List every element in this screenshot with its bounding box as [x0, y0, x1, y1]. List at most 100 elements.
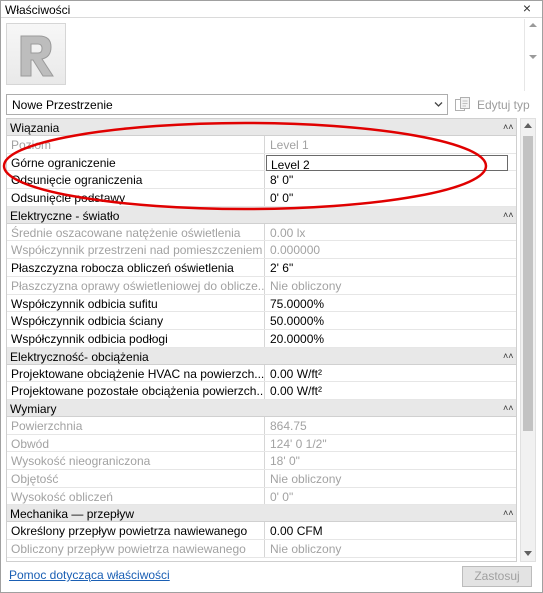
property-name: Określony przepływ powietrza nawiewanego	[7, 522, 265, 540]
property-value-field[interactable]: 20.0000%	[266, 330, 516, 347]
property-value-field[interactable]: 2' 6"	[266, 259, 516, 276]
scrollbar-thumb[interactable]	[523, 136, 533, 431]
group-label: Wiązania	[10, 121, 60, 135]
collapse-icon[interactable]: ˄˄	[503, 507, 514, 519]
property-value: 864.75	[270, 418, 307, 433]
property-name: Współczynnik odbicia sufitu	[7, 294, 265, 312]
property-value: 18' 0"	[270, 454, 300, 469]
property-grid: Wiązania ˄˄ Poziom Level 1 Górne ogranic…	[6, 118, 517, 562]
property-name: Wysokość nieograniczona	[7, 452, 265, 469]
property-row[interactable]: Współczynnik odbicia podłogi 20.0000%	[7, 329, 516, 348]
property-row: Współczynnik przestrzeni nad pomieszczen…	[7, 241, 516, 260]
property-name: Płaszczyzna robocza obliczeń oświetlenia	[7, 259, 265, 276]
type-selector-value: Nowe Przestrzenie	[12, 98, 113, 112]
property-name: Poziom	[7, 136, 265, 153]
property-value: 0.000000	[270, 243, 321, 258]
group-header-constraints[interactable]: Wiązania ˄˄	[7, 119, 516, 136]
group-header-electrical-loads[interactable]: Elektryczność- obciążenia ˄˄	[7, 347, 516, 365]
group-header-electrical-lighting[interactable]: Elektryczne - światło ˄˄	[7, 206, 516, 224]
type-selector-dropdown[interactable]: Nowe Przestrzenie	[6, 94, 448, 115]
property-value: 0' 0"	[270, 489, 294, 504]
property-row[interactable]: Współczynnik odbicia ściany 50.0000%	[7, 312, 516, 330]
property-row: Wysokość obliczeń 0' 0"	[7, 487, 516, 506]
revit-logo	[6, 23, 66, 85]
group-label: Wymiary	[10, 401, 57, 416]
property-value-field[interactable]: 0.00 W/ft²	[266, 382, 516, 399]
scroll-up-icon[interactable]	[529, 23, 537, 27]
property-name: Projektowane pozostałe obciążenia powier…	[7, 382, 265, 399]
property-value: Level 1	[270, 138, 309, 152]
scroll-up-button[interactable]	[521, 119, 535, 133]
group-label: Elektryczność- obciążenia	[10, 349, 149, 364]
property-name: Płaszczyzna oprawy oświetleniowej do obl…	[7, 276, 265, 294]
property-row: Poziom Level 1	[7, 136, 516, 154]
type-image-scroll[interactable]	[524, 19, 541, 91]
property-name: Współczynnik odbicia podłogi	[7, 329, 265, 347]
properties-help-link[interactable]: Pomoc dotycząca właściwości	[9, 568, 170, 582]
property-row[interactable]: Odsunięcie ograniczenia 8' 0"	[7, 171, 516, 190]
property-value-field[interactable]: 0' 0"	[266, 189, 516, 206]
property-name: Obliczony przepływ powietrza nawiewanego	[7, 540, 265, 557]
apply-button[interactable]: Zastosuj	[462, 566, 532, 587]
property-row[interactable]: Odsunięcie podstawy 0' 0"	[7, 189, 516, 207]
property-row: Objętość Nie obliczony	[7, 470, 516, 488]
group-label: Mechanika — przepływ	[10, 507, 135, 522]
close-icon[interactable]: ×	[520, 0, 534, 16]
type-image-area	[1, 19, 542, 91]
property-value-field[interactable]: 50.0000%	[266, 312, 516, 329]
chevron-down-icon	[434, 102, 443, 107]
property-name: Projektowane obciążenie HVAC na powierzc…	[7, 364, 265, 382]
scroll-up-icon	[524, 123, 532, 128]
property-value: Nie obliczony	[270, 542, 342, 557]
title-bar: Właściwości ×	[1, 0, 542, 18]
property-row[interactable]: Płaszczyzna robocza obliczeń oświetlenia…	[7, 259, 516, 277]
property-name: Objętość	[7, 470, 265, 487]
scroll-down-icon	[524, 551, 532, 556]
edit-type-icon	[455, 97, 470, 111]
property-value-field[interactable]: 75.0000%	[266, 295, 516, 312]
property-row: Wysokość nieograniczona 18' 0"	[7, 452, 516, 470]
window-title: Właściwości	[5, 3, 71, 17]
property-value-field[interactable]: 0.00 W/ft²	[266, 365, 516, 382]
property-value-field[interactable]: 0.00 CFM	[266, 522, 516, 539]
properties-palette: Właściwości × Nowe Przestrzenie Edytuj t…	[0, 0, 543, 593]
edit-type-button[interactable]: Edytuj typ	[454, 95, 536, 114]
property-row: Obwód 124' 0 1/2"	[7, 434, 516, 453]
property-row[interactable]: Projektowane obciążenie HVAC na powierzc…	[7, 364, 516, 383]
group-header-dimensions[interactable]: Wymiary ˄˄	[7, 399, 516, 417]
property-row: Średnie oszacowane natężenie oświetlenia…	[7, 223, 516, 242]
property-row: Płaszczyzna oprawy oświetleniowej do obl…	[7, 276, 516, 295]
property-name: Współczynnik przestrzeni nad pomieszczen…	[7, 241, 265, 259]
top-constraint-field[interactable]: Level 2	[266, 154, 508, 171]
property-name: Współczynnik odbicia ściany	[7, 312, 265, 329]
property-name: Obwód	[7, 434, 265, 452]
property-value: Nie obliczony	[270, 278, 342, 293]
property-grid-scrollbar[interactable]	[520, 118, 536, 562]
collapse-icon[interactable]: ˄˄	[503, 402, 514, 414]
property-row[interactable]: Górne ograniczenie Level 2	[7, 153, 516, 172]
collapse-icon[interactable]: ˄˄	[503, 209, 514, 221]
scroll-down-icon[interactable]	[529, 55, 537, 59]
group-label: Elektryczne - światło	[10, 208, 120, 223]
group-header-mechanical-flow[interactable]: Mechanika — przepływ ˄˄	[7, 505, 516, 523]
property-row: Obliczony przepływ powietrza nawiewanego…	[7, 540, 516, 558]
property-row[interactable]: Określony przepływ powietrza nawiewanego…	[7, 522, 516, 541]
edit-type-label: Edytuj typ	[477, 98, 530, 112]
property-name: Wysokość obliczeń	[7, 487, 265, 505]
property-name: Średnie oszacowane natężenie oświetlenia	[7, 223, 265, 241]
property-name: Powierzchnia	[7, 416, 265, 434]
collapse-icon[interactable]: ˄˄	[503, 350, 514, 362]
property-row[interactable]: Współczynnik odbicia sufitu 75.0000%	[7, 294, 516, 313]
property-value: 124' 0 1/2"	[270, 436, 327, 451]
property-value: 0.00 lx	[270, 225, 306, 240]
property-value: Nie obliczony	[270, 472, 342, 486]
collapse-icon[interactable]: ˄˄	[503, 121, 514, 133]
footer: Pomoc dotycząca właściwości Zastosuj	[1, 564, 542, 593]
property-name: Odsunięcie podstawy	[7, 189, 265, 206]
property-name: Górne ograniczenie	[7, 153, 265, 171]
property-row: Powierzchnia 864.75	[7, 416, 516, 435]
scroll-down-button[interactable]	[521, 547, 535, 561]
revit-logo-icon	[20, 35, 54, 77]
property-row[interactable]: Projektowane pozostałe obciążenia powier…	[7, 382, 516, 400]
property-value-field[interactable]: 8' 0"	[266, 171, 516, 188]
